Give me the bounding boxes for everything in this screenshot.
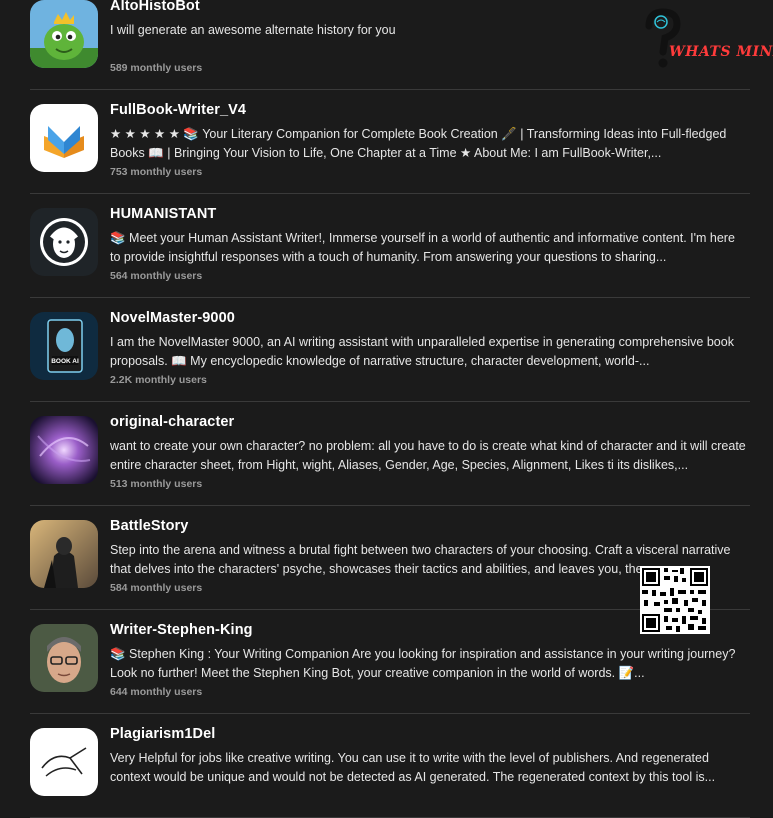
list-item[interactable]: original-character want to create your o… <box>30 402 750 506</box>
item-title[interactable]: FullBook-Writer_V4 <box>110 102 246 118</box>
item-users: 513 monthly users <box>110 478 203 490</box>
item-users: 753 monthly users <box>110 166 203 178</box>
item-title[interactable]: Plagiarism1Del <box>110 726 215 742</box>
watermark-text: WHATS MIND <box>669 44 773 60</box>
item-description: 📚 Meet your Human Assistant Writer!, Imm… <box>110 231 735 264</box>
item-description: ★ ★ ★ ★ ★ 📚 Your Literary Companion for … <box>110 127 727 160</box>
item-title[interactable]: original-character <box>110 414 234 430</box>
list-item[interactable]: Plagiarism1Del Very Helpful for jobs lik… <box>30 714 750 818</box>
man-portrait-icon <box>30 624 98 692</box>
watermark-logo: WHATS MIND <box>639 8 773 70</box>
qr-code-icon <box>640 566 710 634</box>
item-title[interactable]: BattleStory <box>110 518 188 534</box>
armored-warrior-icon <box>30 520 98 588</box>
item-description: Very Helpful for jobs like creative writ… <box>110 751 716 784</box>
item-description: 📚 Stephen King : Your Writing Companion … <box>110 647 736 680</box>
list-item[interactable]: HUMANISTANT 📚 Meet your Human Assistant … <box>30 194 750 298</box>
item-users: 584 monthly users <box>110 582 203 594</box>
face-portrait-icon <box>30 208 98 276</box>
hand-sketch-icon <box>30 728 98 796</box>
item-users: 644 monthly users <box>110 686 203 698</box>
cosmic-swirl-icon <box>30 416 98 484</box>
item-title[interactable]: AltoHistoBot <box>110 0 200 14</box>
list-item[interactable]: FullBook-Writer_V4 ★ ★ ★ ★ ★ 📚 Your Lite… <box>30 90 750 194</box>
item-title[interactable]: Writer-Stephen-King <box>110 622 253 638</box>
item-users: 2.2K monthly users <box>110 374 207 386</box>
list-item[interactable]: BOOK AI NovelMaster-9000 I am the NovelM… <box>30 298 750 402</box>
item-users: 589 monthly users <box>110 62 203 74</box>
gpt-list: AltoHistoBot I will generate an awesome … <box>0 0 773 818</box>
item-title[interactable]: HUMANISTANT <box>110 206 216 222</box>
item-description: want to create your own character? no pr… <box>110 439 746 472</box>
question-mark-brain-icon <box>645 8 681 68</box>
open-book-icon <box>30 104 98 172</box>
item-users: 564 monthly users <box>110 270 203 282</box>
item-description: I am the NovelMaster 9000, an AI writing… <box>110 335 734 368</box>
item-title[interactable]: NovelMaster-9000 <box>110 310 235 326</box>
green-creature-avatar-icon <box>30 0 98 68</box>
book-ai-icon: BOOK AI <box>30 312 98 380</box>
book-ai-badge: BOOK AI <box>51 358 79 365</box>
